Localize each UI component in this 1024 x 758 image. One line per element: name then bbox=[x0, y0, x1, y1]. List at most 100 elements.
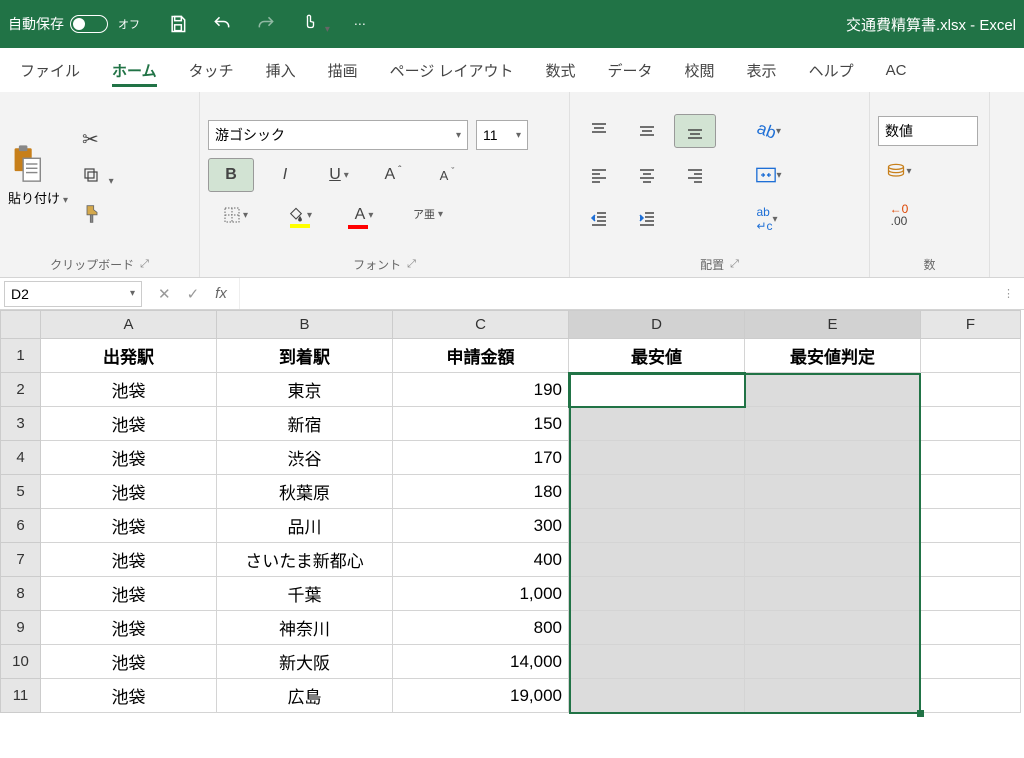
cell[interactable] bbox=[921, 339, 1021, 373]
cell[interactable] bbox=[921, 679, 1021, 713]
format-painter-icon[interactable] bbox=[82, 204, 114, 224]
increase-font-button[interactable]: Aˆ bbox=[370, 158, 416, 192]
cell[interactable] bbox=[745, 441, 921, 475]
bold-button[interactable]: B bbox=[208, 158, 254, 192]
decrease-indent-button[interactable] bbox=[578, 202, 620, 236]
cell[interactable]: 1,000 bbox=[393, 577, 569, 611]
align-bottom-button[interactable] bbox=[674, 114, 716, 148]
cell[interactable] bbox=[569, 475, 745, 509]
borders-button[interactable]: ▾ bbox=[208, 198, 264, 232]
tab-help[interactable]: ヘルプ bbox=[793, 50, 870, 91]
wrap-text-button[interactable]: ab↵c▾ bbox=[746, 202, 788, 236]
tab-view[interactable]: 表示 bbox=[731, 50, 793, 91]
cell[interactable] bbox=[921, 611, 1021, 645]
cell[interactable]: 14,000 bbox=[393, 645, 569, 679]
tab-file[interactable]: ファイル bbox=[4, 50, 96, 91]
col-header[interactable]: C bbox=[393, 311, 569, 339]
alignment-launcher-icon[interactable]: ⤢ bbox=[730, 258, 739, 271]
cell[interactable] bbox=[921, 543, 1021, 577]
font-launcher-icon[interactable]: ⤢ bbox=[407, 258, 416, 271]
row-header[interactable]: 1 bbox=[1, 339, 41, 373]
cell[interactable]: 170 bbox=[393, 441, 569, 475]
align-middle-button[interactable] bbox=[626, 114, 668, 148]
name-box[interactable]: D2▾ bbox=[4, 281, 142, 307]
copy-icon[interactable] bbox=[82, 166, 114, 190]
col-header[interactable]: D bbox=[569, 311, 745, 339]
cell[interactable]: 秋葉原 bbox=[217, 475, 393, 509]
row-header[interactable]: 2 bbox=[1, 373, 41, 407]
touch-mode-icon[interactable] bbox=[300, 14, 330, 35]
cell[interactable] bbox=[921, 509, 1021, 543]
tab-draw[interactable]: 描画 bbox=[312, 50, 374, 91]
cell[interactable]: 池袋 bbox=[41, 441, 217, 475]
merge-cells-button[interactable]: ▾ bbox=[748, 158, 790, 192]
cell[interactable]: 180 bbox=[393, 475, 569, 509]
cell[interactable]: 渋谷 bbox=[217, 441, 393, 475]
cell[interactable] bbox=[745, 577, 921, 611]
align-left-button[interactable] bbox=[578, 158, 620, 192]
row-header[interactable]: 5 bbox=[1, 475, 41, 509]
cell[interactable] bbox=[921, 373, 1021, 407]
undo-icon[interactable] bbox=[212, 14, 232, 34]
cell[interactable] bbox=[569, 645, 745, 679]
tab-acrobat[interactable]: AC bbox=[870, 52, 923, 89]
formula-input[interactable] bbox=[239, 278, 993, 309]
tab-formulas[interactable]: 数式 bbox=[530, 50, 592, 91]
decrease-font-button[interactable]: Aˇ bbox=[424, 158, 470, 192]
cell[interactable] bbox=[745, 373, 921, 407]
enter-icon[interactable]: ✓ bbox=[187, 285, 200, 303]
cell[interactable] bbox=[921, 577, 1021, 611]
phonetic-guide-button[interactable]: ア亜▾ bbox=[400, 198, 456, 232]
cell[interactable]: 池袋 bbox=[41, 407, 217, 441]
tab-data[interactable]: データ bbox=[592, 50, 669, 91]
tab-touch[interactable]: タッチ bbox=[173, 50, 250, 91]
underline-button[interactable]: U▾ bbox=[316, 158, 362, 192]
col-header[interactable]: A bbox=[41, 311, 217, 339]
cell[interactable]: 400 bbox=[393, 543, 569, 577]
cell[interactable] bbox=[569, 679, 745, 713]
autosave-toggle[interactable]: 自動保存 オフ bbox=[8, 14, 140, 34]
row-header[interactable]: 3 bbox=[1, 407, 41, 441]
fx-icon[interactable]: fx bbox=[215, 285, 227, 303]
paste-button[interactable]: 貼り付け bbox=[8, 144, 68, 207]
cell[interactable]: 池袋 bbox=[41, 373, 217, 407]
save-icon[interactable] bbox=[168, 14, 188, 34]
orientation-button[interactable]: ab▾ bbox=[748, 114, 790, 148]
cell[interactable] bbox=[745, 407, 921, 441]
selection-handle-icon[interactable] bbox=[917, 710, 924, 717]
align-right-button[interactable] bbox=[674, 158, 716, 192]
row-header[interactable]: 6 bbox=[1, 509, 41, 543]
row-header[interactable]: 8 bbox=[1, 577, 41, 611]
cell[interactable]: 到着駅 bbox=[217, 339, 393, 373]
cell[interactable] bbox=[921, 407, 1021, 441]
cell[interactable]: 池袋 bbox=[41, 475, 217, 509]
redo-icon[interactable] bbox=[256, 14, 276, 34]
align-top-button[interactable] bbox=[578, 114, 620, 148]
cell[interactable] bbox=[921, 645, 1021, 679]
increase-indent-button[interactable] bbox=[626, 202, 668, 236]
cell[interactable]: 出発駅 bbox=[41, 339, 217, 373]
cell[interactable]: 池袋 bbox=[41, 645, 217, 679]
tab-layout[interactable]: ページ レイアウト bbox=[374, 50, 530, 91]
cell[interactable]: 池袋 bbox=[41, 509, 217, 543]
cell[interactable]: 19,000 bbox=[393, 679, 569, 713]
cell[interactable] bbox=[569, 543, 745, 577]
cell[interactable]: 最安値判定 bbox=[745, 339, 921, 373]
expand-formula-bar-icon[interactable]: ⋮ bbox=[993, 287, 1024, 300]
cell[interactable] bbox=[745, 509, 921, 543]
cell[interactable] bbox=[745, 645, 921, 679]
accounting-format-button[interactable]: ▾ bbox=[878, 154, 920, 188]
cell[interactable]: 池袋 bbox=[41, 543, 217, 577]
cell[interactable]: 新大阪 bbox=[217, 645, 393, 679]
cell[interactable]: 東京 bbox=[217, 373, 393, 407]
font-name-select[interactable]: 游ゴシック▾ bbox=[208, 120, 468, 150]
col-header[interactable]: B bbox=[217, 311, 393, 339]
col-header[interactable]: E bbox=[745, 311, 921, 339]
row-header[interactable]: 11 bbox=[1, 679, 41, 713]
cell[interactable]: 新宿 bbox=[217, 407, 393, 441]
number-format-select[interactable]: 数値 bbox=[878, 116, 978, 146]
cell[interactable]: さいたま新都心 bbox=[217, 543, 393, 577]
clipboard-launcher-icon[interactable]: ⤢ bbox=[140, 258, 149, 271]
cell[interactable]: 池袋 bbox=[41, 577, 217, 611]
tab-home[interactable]: ホーム bbox=[96, 50, 173, 91]
